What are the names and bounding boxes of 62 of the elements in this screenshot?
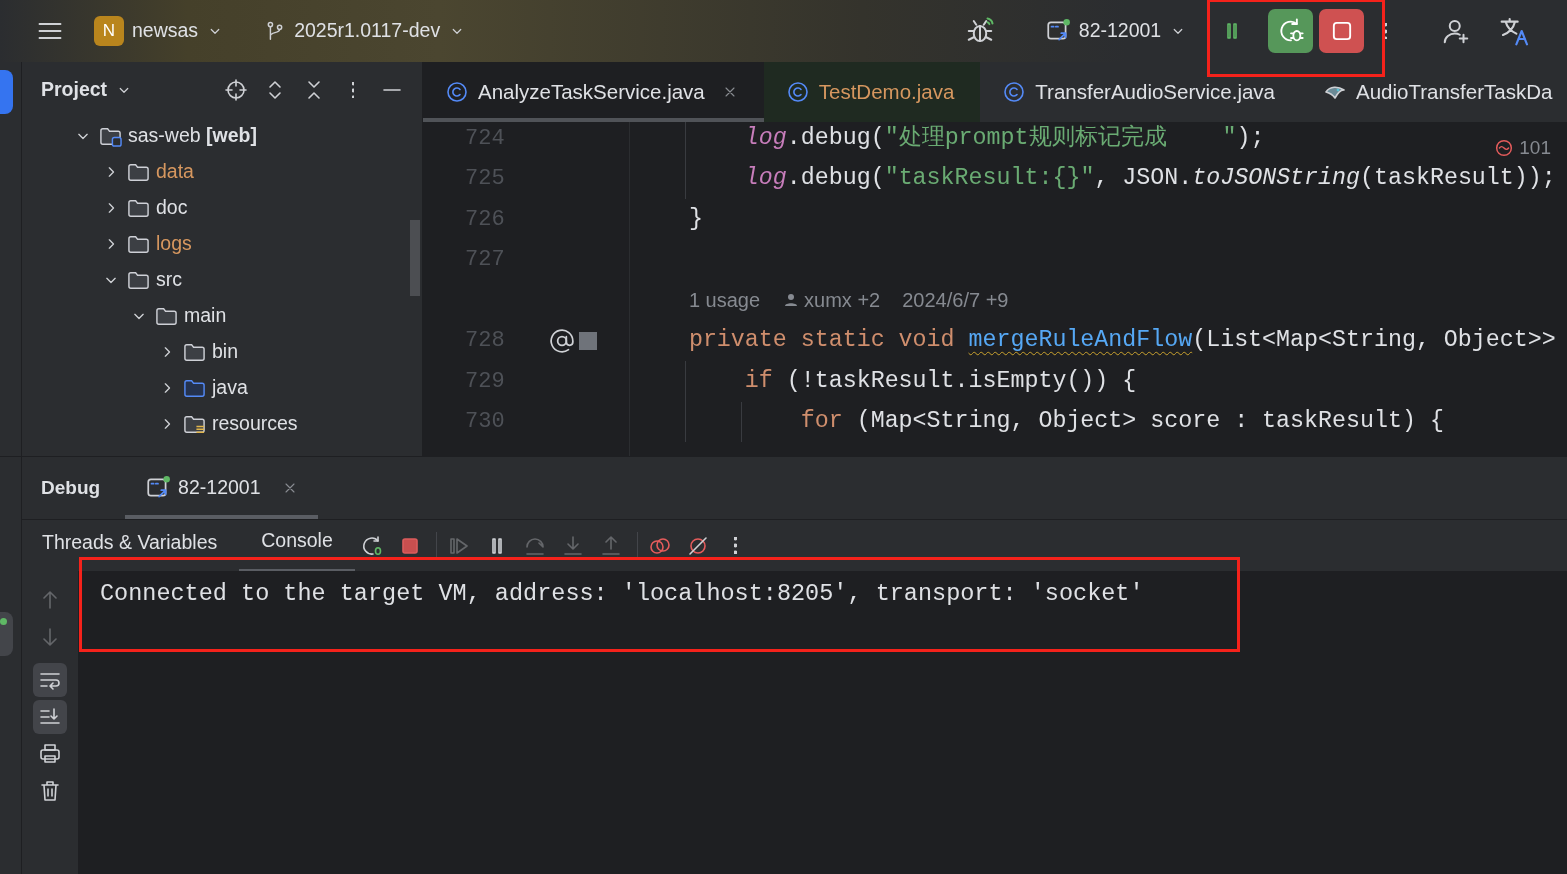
more-icon — [1384, 22, 1387, 40]
translate-button[interactable] — [1499, 15, 1531, 47]
code-token: .debug( — [786, 164, 885, 194]
date-hint: 2024/6/7 +9 — [902, 288, 1009, 314]
more-button[interactable] — [1384, 22, 1387, 40]
code-token: "处理prompt规则标记完成 " — [884, 123, 1237, 153]
editor-tab[interactable]: TestDemo.java — [763, 62, 981, 122]
code-token: log — [744, 123, 787, 153]
code-token: private static void — [688, 326, 956, 356]
class-icon — [1002, 80, 1027, 104]
tree-item[interactable]: bin — [22, 334, 422, 370]
code-token: .debug( — [786, 123, 885, 153]
code-token: (!taskResult.isEmpty()) { — [785, 366, 1137, 396]
run-config-selector[interactable]: 82-12001 — [1044, 16, 1188, 46]
more-icon — [734, 537, 738, 554]
code-token: if — [744, 366, 773, 396]
tree-item[interactable]: main — [22, 298, 422, 334]
tree-item[interactable]: logs — [22, 226, 422, 262]
locate-icon — [224, 78, 248, 102]
code-token: (Map<String, Object> score : taskResult) { — [855, 407, 1444, 437]
translate-icon — [1499, 15, 1531, 47]
editor-tab[interactable]: TransferAudioService.java — [980, 62, 1301, 122]
tree-item[interactable]: java — [22, 370, 422, 406]
clear-icon — [38, 779, 62, 803]
more-icon — [351, 81, 355, 99]
class-icon — [445, 80, 469, 104]
tree-item[interactable]: resources — [22, 406, 422, 442]
project-view-selector[interactable]: Project — [41, 75, 134, 105]
code-token: mergeRuleAndFlow — [968, 326, 1193, 356]
code-token: (taskResult)); — [1360, 164, 1556, 194]
editor-tab[interactable]: AnalyzeTaskService.java — [423, 62, 764, 122]
scroll-to-end-button[interactable] — [33, 700, 67, 734]
debugger-tab[interactable]: Threads & Variables — [42, 519, 240, 572]
scrollbar-thumb[interactable] — [410, 220, 420, 296]
implementation-icon[interactable] — [578, 331, 597, 350]
usages-hint[interactable]: 1 usage — [688, 285, 761, 316]
minimize-icon — [383, 89, 401, 91]
branch-selector[interactable]: 2025r1.0117-dev — [264, 16, 467, 46]
soft-wrap-button[interactable] — [33, 663, 67, 697]
console-output: Connected to the target VM, address: 'localhost:8205', transport: 'socket' — [100, 579, 1145, 609]
rerun-debug-button[interactable] — [1268, 9, 1314, 53]
code-token: "taskResult:{}" — [884, 164, 1095, 194]
tree-item[interactable]: doc — [22, 190, 422, 226]
author-hint: xumx +2 — [782, 285, 881, 316]
tree-item[interactable]: data — [22, 154, 422, 190]
class-icon — [785, 80, 810, 104]
editor-tab[interactable]: AudioTransferTaskDa — [1301, 62, 1567, 122]
code-token: , JSON. — [1094, 164, 1193, 194]
code-token: log — [744, 164, 787, 194]
print-icon — [38, 742, 62, 766]
code-token: ); — [1236, 123, 1265, 153]
code-token: (List<Map<String, Object>> — [1192, 326, 1556, 356]
panel-title: Debug — [41, 475, 101, 500]
code-token: for — [800, 407, 843, 437]
tree-item[interactable]: sas-web [web] — [22, 118, 422, 154]
code-token: } — [688, 204, 703, 234]
workspace-dropdown[interactable]: N newsas — [94, 16, 225, 46]
code-token: toJSONString — [1192, 164, 1360, 194]
stop-button[interactable] — [1319, 9, 1365, 53]
project-badge: N — [94, 16, 124, 46]
tree-item[interactable]: src — [22, 262, 422, 298]
session-tab[interactable]: 82-12001 — [125, 457, 318, 519]
